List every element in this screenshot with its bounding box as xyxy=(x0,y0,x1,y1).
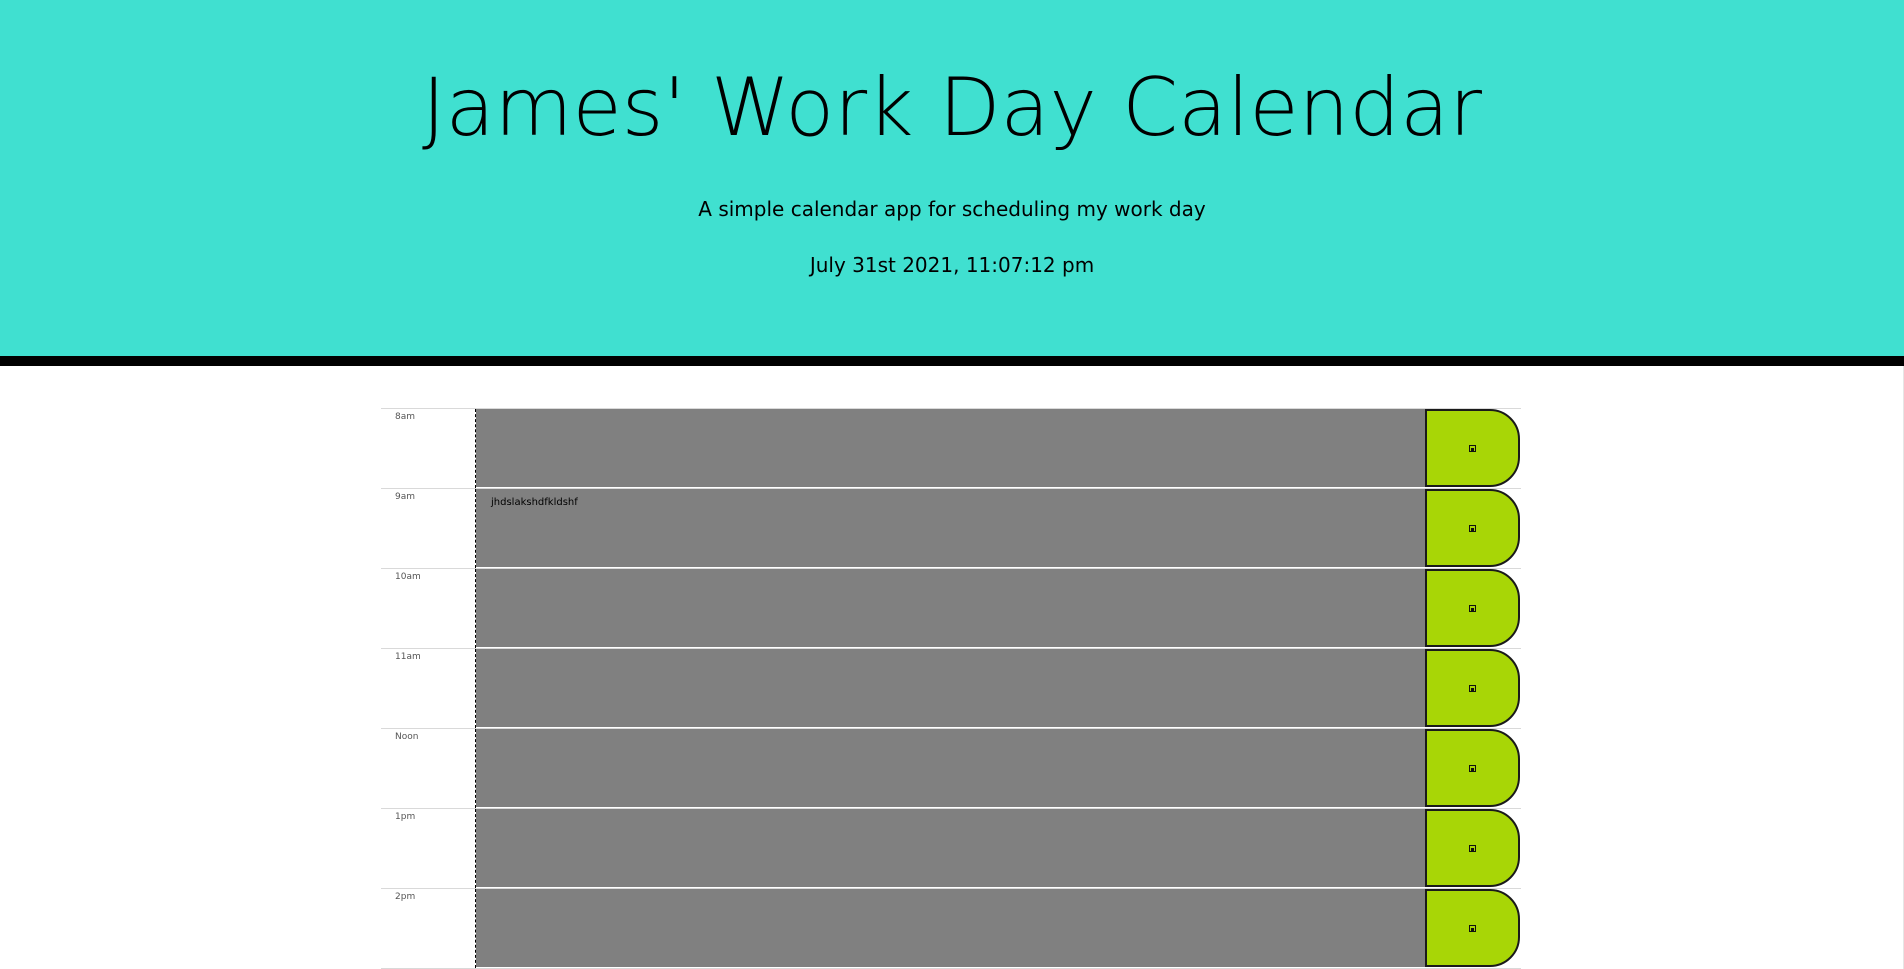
timeblock-row: 8am xyxy=(381,408,1521,488)
timeblock-row: 11am xyxy=(381,648,1521,728)
save-icon xyxy=(1469,925,1476,932)
save-button[interactable] xyxy=(1425,569,1520,647)
hour-cell: 2pm xyxy=(381,889,476,968)
event-textarea[interactable] xyxy=(476,809,1425,887)
event-textarea[interactable]: jhdslakshdfkldshf xyxy=(476,489,1425,567)
event-textarea[interactable] xyxy=(476,729,1425,807)
hour-label: 2pm xyxy=(395,892,416,902)
save-icon xyxy=(1469,525,1476,532)
timeblock-row: Noon xyxy=(381,728,1521,808)
timeblock-row: 2pm xyxy=(381,888,1521,969)
timeblock-row: 9am jhdslakshdfkldshf xyxy=(381,488,1521,568)
hour-label: Noon xyxy=(395,732,419,742)
event-textarea[interactable] xyxy=(476,569,1425,647)
hour-cell: 8am xyxy=(381,409,476,488)
hour-cell: 11am xyxy=(381,649,476,728)
event-textarea[interactable] xyxy=(476,889,1425,967)
event-textarea[interactable] xyxy=(476,409,1425,487)
event-textarea[interactable] xyxy=(476,649,1425,727)
hour-label: 1pm xyxy=(395,812,416,822)
hour-label: 9am xyxy=(395,492,416,502)
hour-cell: 9am xyxy=(381,489,476,568)
save-icon xyxy=(1469,605,1476,612)
save-button[interactable] xyxy=(1425,409,1520,487)
save-button[interactable] xyxy=(1425,729,1520,807)
save-button[interactable] xyxy=(1425,649,1520,727)
save-icon xyxy=(1469,765,1476,772)
timeblock-row: 10am xyxy=(381,568,1521,648)
hour-cell: 1pm xyxy=(381,809,476,888)
page-title: James' Work Day Calendar xyxy=(422,61,1482,154)
save-button[interactable] xyxy=(1425,889,1520,967)
timeblock-row: 1pm xyxy=(381,808,1521,888)
save-icon xyxy=(1469,845,1476,852)
page-subtitle: A simple calendar app for scheduling my … xyxy=(698,197,1206,221)
save-button[interactable] xyxy=(1425,809,1520,887)
hour-label: 10am xyxy=(395,572,421,582)
hour-cell: 10am xyxy=(381,569,476,648)
timeblock-list: 8am 9am jhdslakshdfkldshf 10am 11am Noon… xyxy=(381,408,1521,969)
current-datetime: July 31st 2021, 11:07:12 pm xyxy=(809,253,1095,277)
save-button[interactable] xyxy=(1425,489,1520,567)
save-icon xyxy=(1469,685,1476,692)
hour-label: 8am xyxy=(395,412,416,422)
save-icon xyxy=(1469,445,1476,452)
hour-label: 11am xyxy=(395,652,421,662)
header: James' Work Day Calendar A simple calend… xyxy=(0,0,1904,366)
hour-cell: Noon xyxy=(381,729,476,808)
